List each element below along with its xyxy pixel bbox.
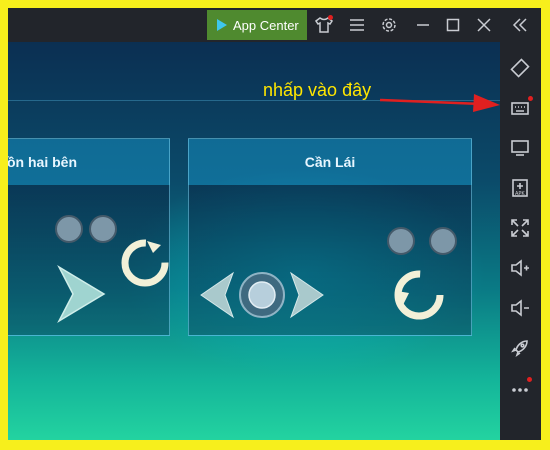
button-circle — [55, 215, 83, 243]
gear-icon[interactable] — [378, 14, 400, 36]
fullscreen-icon[interactable] — [508, 216, 532, 240]
notification-dot — [527, 377, 532, 382]
button-circle — [89, 215, 117, 243]
minimize-icon[interactable] — [412, 14, 434, 36]
volume-down-icon[interactable] — [508, 296, 532, 320]
direction-arrow-right-icon — [57, 264, 106, 324]
tshirt-icon[interactable] — [313, 14, 335, 36]
rocket-icon[interactable] — [508, 336, 532, 360]
play-store-icon — [217, 19, 227, 31]
panel-title: Cần Lái — [304, 154, 356, 170]
more-icon[interactable] — [508, 376, 532, 400]
spin-skill-icon — [121, 239, 169, 287]
menu-icon[interactable] — [346, 14, 368, 36]
apk-install-icon[interactable]: APK — [508, 176, 532, 200]
hint-annotation-text: nhấp vào đây — [263, 80, 372, 100]
notification-dot — [328, 15, 333, 20]
joystick-icon — [200, 271, 324, 319]
game-controls-view: ồn hai bên Cần Lái nhấp vào đây — [8, 42, 500, 440]
panel-title: ồn hai bên — [8, 154, 77, 170]
control-panel-joystick[interactable]: Cần Lái — [188, 138, 472, 336]
app-center-label: App Center — [233, 17, 299, 33]
arrow-pointer-icon — [379, 94, 500, 112]
control-panel-two-sides[interactable]: ồn hai bên — [8, 138, 170, 336]
button-circle — [429, 227, 457, 255]
title-bar: App Center — [8, 8, 541, 42]
maximize-icon[interactable] — [442, 14, 464, 36]
close-icon[interactable] — [473, 14, 495, 36]
screen-icon[interactable] — [508, 136, 532, 160]
right-toolbar: APK — [500, 42, 541, 440]
button-circle — [387, 227, 415, 255]
emulator-window: App Center ồn hai bên Cần Lái nhấp vào đ… — [8, 8, 541, 440]
app-center-button[interactable]: App Center — [207, 10, 307, 40]
volume-up-icon[interactable] — [508, 256, 532, 280]
keyboard-icon[interactable] — [508, 96, 533, 120]
collapse-sidebar-icon[interactable] — [509, 14, 531, 36]
notification-dot — [528, 96, 533, 101]
spin-skill-icon — [394, 270, 444, 320]
rotate-icon[interactable] — [508, 56, 532, 80]
svg-text:APK: APK — [515, 191, 525, 197]
